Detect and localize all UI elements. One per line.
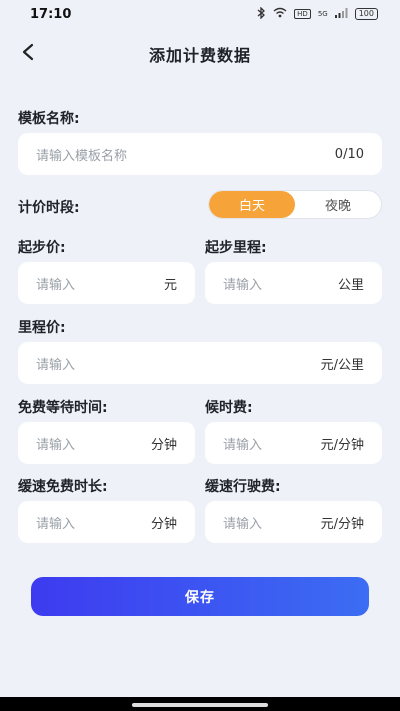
start-distance-label: 起步里程: [205, 240, 267, 256]
status-icons: HD 5G 100 [257, 5, 378, 22]
period-label: 计价时段: [18, 200, 80, 216]
period-option-night[interactable]: 夜晚 [295, 191, 381, 218]
bluetooth-icon [257, 5, 266, 22]
mileage-price-unit: 元/公里 [320, 357, 364, 373]
wifi-icon [273, 7, 287, 21]
start-distance-unit: 公里 [337, 277, 364, 293]
start-price-input[interactable]: 请输入 元 [18, 262, 195, 304]
template-name-placeholder: 请输入模板名称 [36, 148, 128, 164]
save-button[interactable]: 保存 [31, 577, 369, 616]
template-name-label: 模板名称: [18, 111, 80, 127]
status-bar: 17:10 HD 5G 100 [0, 0, 400, 28]
free-wait-input[interactable]: 请输入 分钟 [18, 422, 195, 464]
start-price-label: 起步价: [18, 240, 66, 256]
slow-fee-unit: 元/分钟 [320, 516, 364, 532]
slow-free-input[interactable]: 请输入 分钟 [18, 501, 195, 543]
start-distance-placeholder: 请输入 [223, 277, 263, 293]
home-indicator[interactable] [132, 703, 268, 707]
slow-free-placeholder: 请输入 [36, 516, 76, 532]
mileage-price-placeholder: 请输入 [36, 357, 76, 373]
slow-free-label: 缓速免费时长: [18, 479, 108, 495]
period-option-day[interactable]: 白天 [209, 191, 295, 218]
wait-fee-label: 候时费: [205, 400, 253, 416]
slow-fee-label: 缓速行驶费: [205, 479, 281, 495]
mileage-price-input[interactable]: 请输入 元/公里 [18, 342, 382, 384]
slow-free-unit: 分钟 [150, 516, 177, 532]
slow-fee-placeholder: 请输入 [223, 516, 263, 532]
slow-fee-input[interactable]: 请输入 元/分钟 [205, 501, 382, 543]
free-wait-unit: 分钟 [150, 437, 177, 453]
signal-icon [334, 7, 348, 21]
chevron-left-icon [21, 43, 35, 65]
wait-fee-placeholder: 请输入 [223, 437, 263, 453]
template-name-input[interactable]: 请输入模板名称 0/10 [18, 133, 382, 175]
wait-fee-unit: 元/分钟 [320, 437, 364, 453]
nav-bar: 添加计费数据 [0, 28, 400, 80]
start-price-placeholder: 请输入 [36, 277, 76, 293]
start-distance-input[interactable]: 请输入 公里 [205, 262, 382, 304]
free-wait-placeholder: 请输入 [36, 437, 76, 453]
battery-icon: 100 [354, 8, 378, 20]
free-wait-label: 免费等待时间: [18, 400, 108, 416]
hd-icon: HD [294, 9, 311, 19]
page-title: 添加计费数据 [148, 46, 251, 65]
back-button[interactable] [14, 40, 42, 68]
system-nav-bar [0, 697, 400, 711]
wait-fee-input[interactable]: 请输入 元/分钟 [205, 422, 382, 464]
start-price-unit: 元 [163, 277, 177, 293]
status-time: 17:10 [30, 6, 72, 22]
template-name-counter: 0/10 [334, 146, 364, 162]
signal-label: 5G [317, 10, 328, 18]
mileage-price-label: 里程价: [18, 320, 66, 336]
period-segmented-control: 白天 夜晚 [208, 190, 382, 219]
